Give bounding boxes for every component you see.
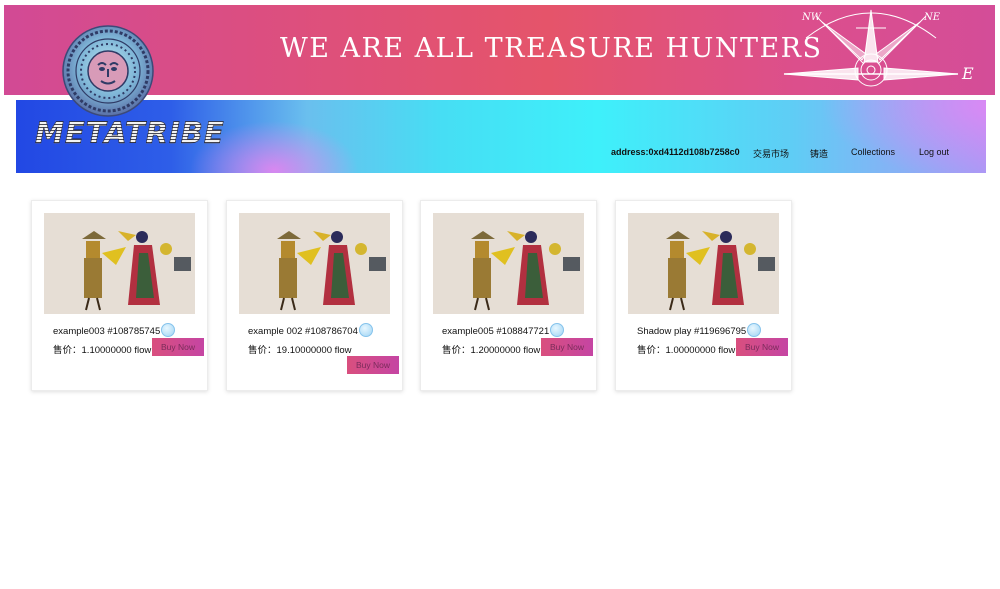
card-price: 售价：19.10000000 flow [248, 342, 352, 356]
price-value: 19.10000000 flow [276, 345, 352, 356]
card-title-text: Shadow play #119696795 [637, 326, 747, 337]
nav-link-mint[interactable]: 铸造 [810, 147, 828, 160]
wallet-address[interactable]: address:0xd4112d108b7258c0 [611, 147, 740, 157]
nft-card[interactable]: example005 #108847721 售价：1.20000000 flow… [420, 200, 597, 391]
nav-link-collections[interactable]: Collections [851, 147, 895, 157]
price-label: 售价： [637, 345, 666, 356]
price-label: 售价： [248, 345, 277, 356]
card-price: 售价：1.20000000 flow [442, 342, 540, 356]
card-title: example005 #108847721 [442, 323, 565, 337]
nft-card[interactable]: example 002 #108786704 售价：19.10000000 fl… [226, 200, 403, 391]
card-title: example003 #108785745 [53, 323, 176, 337]
nav-link-market[interactable]: 交易市场 [753, 147, 789, 160]
flow-token-icon [161, 323, 176, 337]
shadow-puppet-artwork[interactable] [433, 213, 584, 314]
buy-now-button[interactable]: Buy Now [736, 338, 788, 356]
flow-token-icon [747, 323, 762, 337]
price-value: 1.20000000 flow [470, 345, 541, 356]
metatribe-logo[interactable]: METATRIBE [35, 116, 225, 151]
price-label: 售价： [53, 345, 82, 356]
compass-rose-icon: NW NE E [776, 8, 976, 94]
flow-token-icon [358, 323, 373, 337]
card-price: 售价：1.00000000 flow [637, 342, 735, 356]
shadow-puppet-artwork[interactable] [628, 213, 779, 314]
price-label: 售价： [442, 345, 471, 356]
card-title-text: example005 #108847721 [442, 326, 550, 337]
compass-e-label: E [962, 64, 974, 83]
shadow-puppet-artwork[interactable] [239, 213, 390, 314]
compass-ne-label: NE [924, 12, 941, 23]
buy-now-button[interactable]: Buy Now [152, 338, 204, 356]
tribal-sun-emblem-icon [58, 25, 162, 117]
nft-card[interactable]: Shadow play #119696795 售价：1.00000000 flo… [615, 200, 792, 391]
buy-now-button[interactable]: Buy Now [347, 356, 399, 374]
shadow-puppet-artwork[interactable] [44, 213, 195, 314]
logout-link[interactable]: Log out [919, 147, 949, 157]
banner-title: WE ARE ALL TREASURE HUNTERS [280, 33, 823, 64]
nft-card[interactable]: example003 #108785745 售价：1.10000000 flow… [31, 200, 208, 391]
buy-now-button[interactable]: Buy Now [541, 338, 593, 356]
card-title-text: example003 #108785745 [53, 326, 161, 337]
card-title-text: example 002 #108786704 [248, 326, 358, 337]
card-price: 售价：1.10000000 flow [53, 342, 151, 356]
card-title: example 002 #108786704 [248, 323, 373, 337]
compass-nw-label: NW [802, 12, 822, 23]
flow-token-icon [550, 323, 565, 337]
price-value: 1.10000000 flow [81, 345, 152, 356]
card-title: Shadow play #119696795 [637, 323, 762, 337]
price-value: 1.00000000 flow [665, 345, 736, 356]
